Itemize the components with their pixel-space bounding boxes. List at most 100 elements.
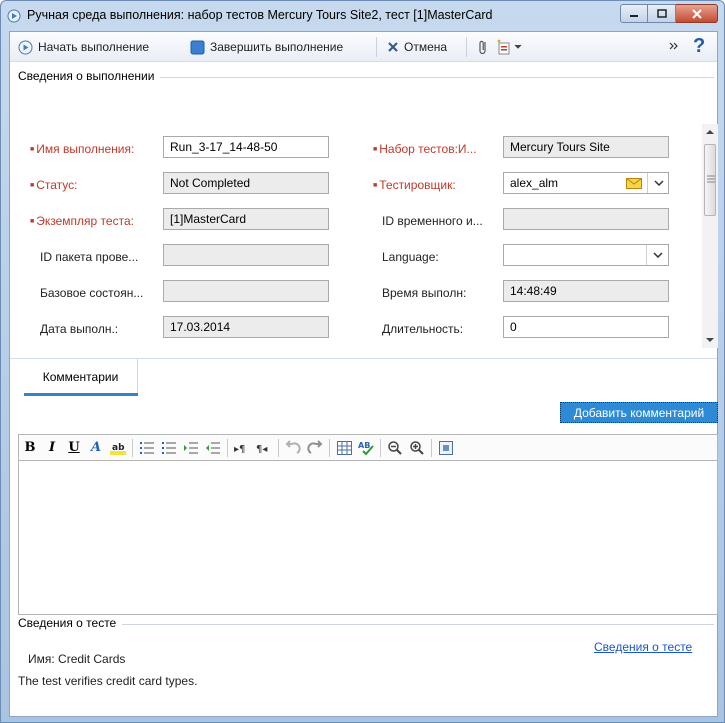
close-button[interactable]: [676, 4, 718, 23]
run-details-caption: Сведения о выполнении: [18, 69, 161, 83]
grip-icon: [707, 175, 715, 183]
test-details-link[interactable]: Сведения о тесте: [594, 640, 692, 654]
italic-button[interactable]: I: [41, 437, 63, 459]
toolbar-separator: [376, 37, 377, 57]
maximize-button[interactable]: [648, 4, 676, 23]
start-run-label: Начать выполнение: [38, 40, 150, 54]
redo-icon: [307, 439, 323, 454]
run-name-label: Имя выполнения:: [30, 142, 134, 156]
zoom-out-button[interactable]: [384, 437, 406, 459]
toolbar-separator: [227, 438, 228, 457]
attach-button[interactable]: [477, 38, 489, 56]
fullscreen-icon: [439, 440, 453, 455]
window-title: Ручная среда выполнения: набор тестов Me…: [27, 8, 493, 22]
comment-editor[interactable]: [18, 461, 718, 615]
details-scrollbar[interactable]: [702, 124, 718, 348]
run-name-field[interactable]: Run_3-17_14-48-50: [163, 136, 329, 158]
new-defect-button[interactable]: [496, 38, 522, 56]
duration-label: Длительность:: [382, 322, 464, 336]
status-field[interactable]: Not Completed: [163, 172, 329, 194]
test-name: Имя: Credit Cards: [28, 652, 126, 666]
active-tab-indicator: [24, 393, 138, 396]
test-instance-field[interactable]: [1]MasterCard: [163, 208, 329, 230]
toolbar-separator: [132, 438, 133, 457]
exec-date-label: Дата выполн.:: [40, 322, 119, 336]
scroll-up-arrow-icon[interactable]: [705, 128, 715, 136]
chevron-down-icon: [514, 44, 522, 49]
help-button[interactable]: ?: [692, 35, 706, 55]
left-to-right-icon: ▸¶: [234, 444, 245, 454]
close-icon: [691, 8, 702, 19]
numbered-list-button[interactable]: [158, 437, 180, 459]
language-select[interactable]: [503, 244, 669, 266]
redo-button[interactable]: [304, 437, 326, 459]
envelope-icon[interactable]: [626, 178, 642, 189]
exec-date-field[interactable]: 17.03.2014: [163, 316, 329, 338]
status-label: Статус:: [30, 178, 77, 192]
bullet-list-button[interactable]: [136, 437, 158, 459]
window-controls: [620, 4, 718, 23]
toolbar-overflow-button[interactable]: [669, 38, 679, 56]
test-set-field[interactable]: Mercury Tours Site: [503, 136, 669, 158]
title-bar[interactable]: Ручная среда выполнения: набор тестов Me…: [1, 1, 724, 31]
base-state-label: Базовое состоян...: [40, 286, 144, 300]
finish-run-label: Завершить выполнение: [210, 40, 344, 54]
test-details-divider: [18, 624, 714, 625]
double-chevron-icon: [669, 42, 678, 50]
font-color-button[interactable]: A: [85, 437, 107, 459]
right-to-left-icon: ¶◂: [256, 444, 267, 454]
bold-button[interactable]: B: [19, 437, 41, 459]
outdent-button[interactable]: [202, 437, 224, 459]
highlight-button[interactable]: ab: [107, 437, 129, 459]
test-package-field[interactable]: [163, 244, 329, 266]
zoom-out-icon: [388, 440, 402, 455]
paperclip-icon: [479, 40, 486, 55]
indent-button[interactable]: [180, 437, 202, 459]
base-state-field[interactable]: [163, 280, 329, 302]
ltr-button[interactable]: ▸¶: [231, 437, 253, 459]
undo-button[interactable]: [282, 437, 304, 459]
exec-time-field[interactable]: 14:48:49: [503, 280, 669, 302]
insert-table-button[interactable]: [333, 437, 355, 459]
svg-text:▸¶: ▸¶: [234, 444, 245, 454]
toolbar-separator: [329, 438, 330, 457]
svg-text:?: ?: [693, 35, 705, 55]
scroll-down-arrow-icon[interactable]: [705, 336, 715, 344]
temp-id-field[interactable]: [503, 208, 669, 230]
cancel-x-icon: [388, 42, 398, 52]
rich-text-toolbar: B I U A ab ▸¶ ¶◂ AB: [18, 434, 718, 461]
language-label: Language:: [382, 250, 439, 264]
undo-icon: [285, 439, 301, 454]
rtl-button[interactable]: ¶◂: [253, 437, 275, 459]
toolbar-separator: [278, 438, 279, 457]
test-description: The test verifies credit card types.: [18, 674, 198, 688]
temp-id-label: ID временного и...: [382, 214, 483, 228]
tester-label: Тестировщик:: [373, 178, 455, 192]
minimize-button[interactable]: [620, 4, 648, 23]
fullscreen-button[interactable]: [435, 437, 457, 459]
new-item-icon: [497, 39, 510, 55]
finish-run-button[interactable]: Завершить выполнение: [190, 38, 343, 56]
spellcheck-icon: AB: [358, 441, 374, 455]
tester-field[interactable]: alex_alm: [503, 172, 669, 194]
spellcheck-button[interactable]: AB: [355, 437, 377, 459]
tester-dropdown-button[interactable]: [647, 173, 669, 193]
underline-button[interactable]: U: [63, 437, 85, 459]
bullet-list-icon: [140, 441, 154, 454]
chevron-down-icon: [652, 252, 663, 258]
add-comment-button[interactable]: Добавить комментарий: [560, 402, 718, 423]
manual-runner-window: Ручная среда выполнения: набор тестов Me…: [0, 0, 725, 723]
zoom-in-button[interactable]: [406, 437, 428, 459]
scrollbar-thumb[interactable]: [704, 144, 716, 216]
toolbar-separator: [380, 438, 381, 457]
tester-value: alex_alm: [510, 176, 559, 190]
zoom-in-icon: [410, 440, 424, 455]
language-dropdown-button[interactable]: [646, 245, 668, 265]
test-set-label: Набор тестов:И...: [373, 142, 476, 156]
tab-comments[interactable]: Комментарии: [24, 359, 138, 395]
toolbar-separator: [466, 37, 467, 57]
svg-text:ab: ab: [112, 443, 125, 453]
duration-field[interactable]: 0: [503, 316, 669, 338]
start-run-button[interactable]: Начать выполнение: [18, 38, 149, 56]
cancel-button[interactable]: Отмена: [387, 38, 447, 56]
